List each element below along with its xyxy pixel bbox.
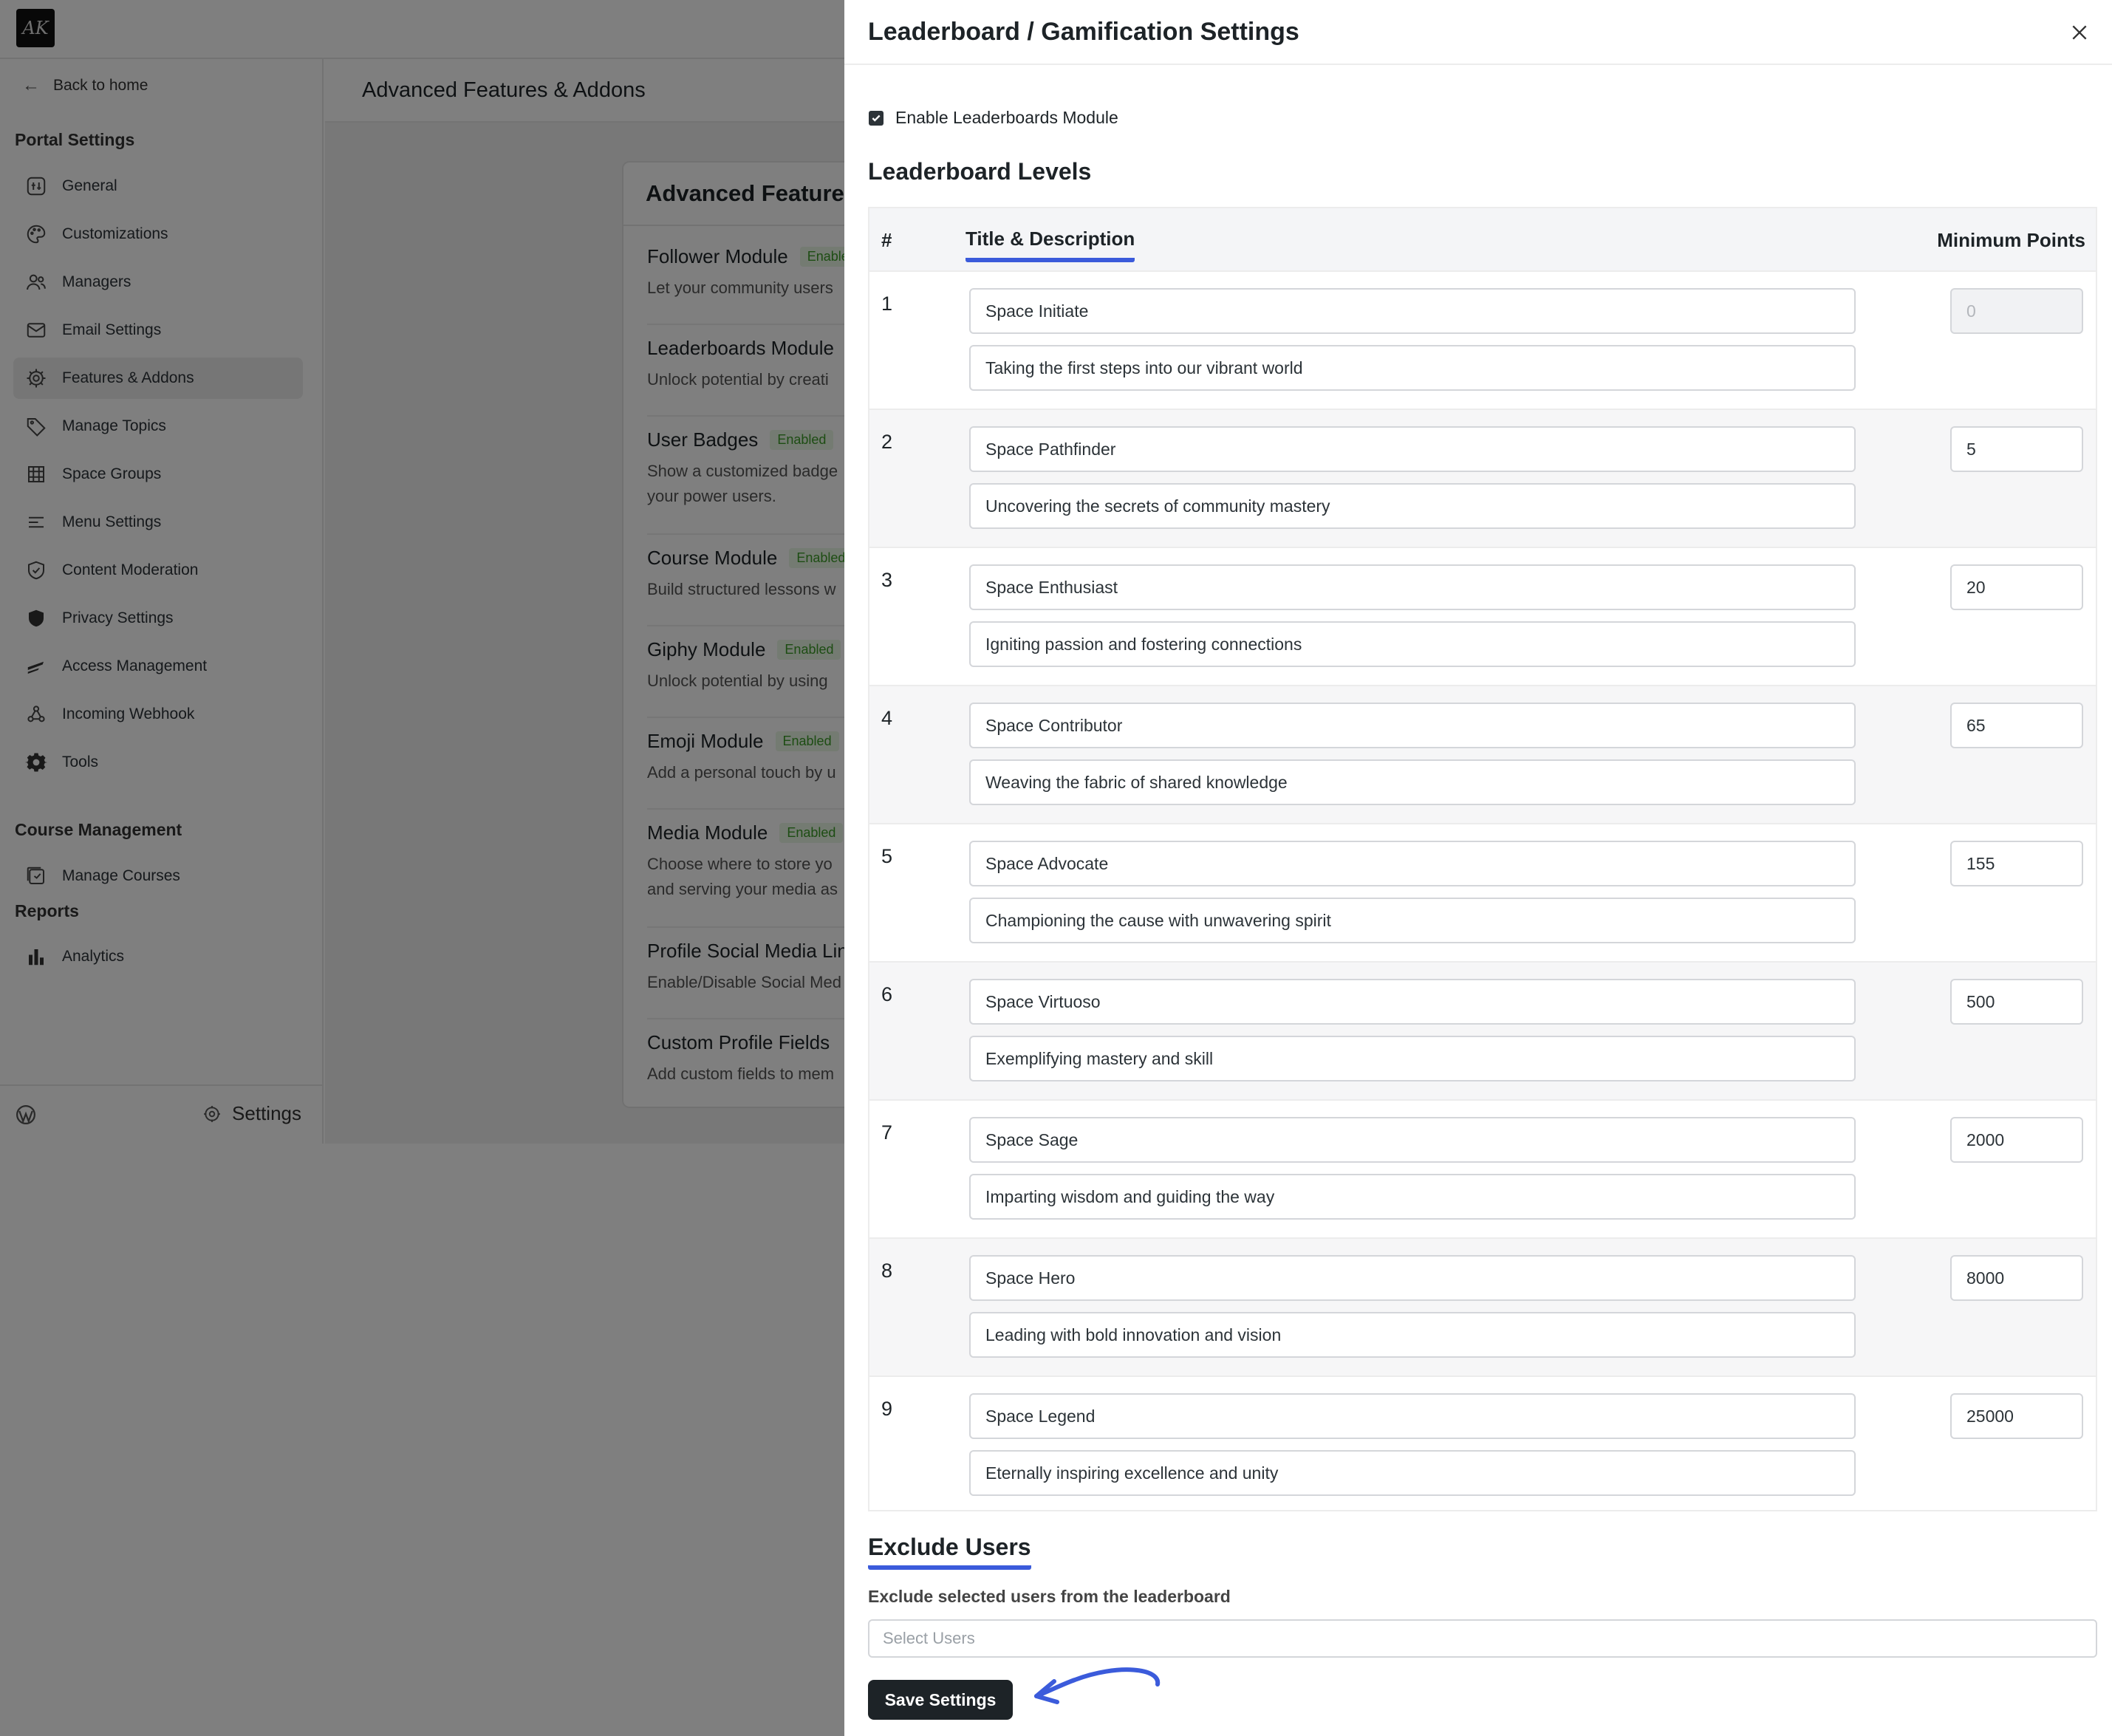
levels-table: # Title & Description Minimum Points 1 S… [868, 207, 2097, 1511]
level-number: 9 [881, 1398, 893, 1420]
level-title-input[interactable]: Space Contributor [969, 703, 1856, 748]
table-row: 4 Space Contributor Weaving the fabric o… [869, 686, 2096, 824]
level-number: 5 [881, 845, 893, 867]
table-row: 9 Space Legend Eternally inspiring excel… [869, 1377, 2096, 1515]
level-description-input[interactable]: Eternally inspiring excellence and unity [969, 1450, 1856, 1496]
level-number: 7 [881, 1121, 893, 1144]
level-points-input[interactable]: 65 [1950, 703, 2083, 748]
level-points-input[interactable]: 25000 [1950, 1393, 2083, 1439]
save-settings-button[interactable]: Save Settings [868, 1680, 1013, 1720]
exclude-users-heading: Exclude Users [868, 1534, 1031, 1570]
level-number: 2 [881, 431, 893, 453]
table-header: # Title & Description Minimum Points [869, 208, 2096, 272]
level-points-input[interactable]: 155 [1950, 841, 2083, 886]
annotation-arrow-icon [1034, 1667, 1161, 1704]
enable-leaderboards-checkbox[interactable] [869, 110, 884, 126]
level-points-input[interactable]: 8000 [1950, 1255, 2083, 1301]
level-title-input[interactable]: Space Legend [969, 1393, 1856, 1439]
level-title-input[interactable]: Space Advocate [969, 841, 1856, 886]
column-header-points: Minimum Points [1937, 229, 2085, 251]
table-row: 2 Space Pathfinder Uncovering the secret… [869, 410, 2096, 548]
level-title-input[interactable]: Space Pathfinder [969, 426, 1856, 472]
level-number: 3 [881, 569, 893, 591]
close-icon [2072, 25, 2087, 40]
level-title-input[interactable]: Space Hero [969, 1255, 1856, 1301]
level-points-input[interactable]: 5 [1950, 426, 2083, 472]
leaderboard-settings-drawer: Leaderboard / Gamification Settings Enab… [844, 0, 2112, 1736]
table-row: 8 Space Hero Leading with bold innovatio… [869, 1239, 2096, 1377]
leaderboard-levels-heading: Leaderboard Levels [868, 158, 1092, 185]
level-title-input[interactable]: Space Enthusiast [969, 564, 1856, 610]
level-number: 1 [881, 293, 893, 315]
table-row: 1 Space Initiate Taking the first steps … [869, 272, 2096, 410]
level-number: 6 [881, 983, 893, 1005]
level-description-input[interactable]: Taking the first steps into our vibrant … [969, 345, 1856, 391]
level-description-input[interactable]: Weaving the fabric of shared knowledge [969, 759, 1856, 805]
level-number: 8 [881, 1260, 893, 1282]
table-row: 7 Space Sage Imparting wisdom and guidin… [869, 1101, 2096, 1239]
level-description-input[interactable]: Imparting wisdom and guiding the way [969, 1174, 1856, 1220]
level-title-input[interactable]: Space Virtuoso [969, 979, 1856, 1025]
level-description-input[interactable]: Championing the cause with unwavering sp… [969, 898, 1856, 943]
level-title-input[interactable]: Space Initiate [969, 288, 1856, 334]
table-row: 5 Space Advocate Championing the cause w… [869, 824, 2096, 963]
exclude-users-label: Exclude selected users from the leaderbo… [868, 1587, 1231, 1606]
table-row: 6 Space Virtuoso Exemplifying mastery an… [869, 963, 2096, 1101]
drawer-title: Leaderboard / Gamification Settings [868, 18, 1299, 46]
level-title-input[interactable]: Space Sage [969, 1117, 1856, 1163]
drawer-header: Leaderboard / Gamification Settings [844, 0, 2112, 65]
level-points-input[interactable]: 20 [1950, 564, 2083, 610]
table-row: 3 Space Enthusiast Igniting passion and … [869, 548, 2096, 686]
level-number: 4 [881, 707, 893, 729]
column-header-number: # [881, 229, 892, 251]
enable-leaderboards-label: Enable Leaderboards Module [895, 108, 1118, 127]
enable-leaderboards-checkbox-row[interactable]: Enable Leaderboards Module [869, 108, 1118, 128]
level-description-input[interactable]: Leading with bold innovation and vision [969, 1312, 1856, 1358]
level-description-input[interactable]: Exemplifying mastery and skill [969, 1036, 1856, 1081]
level-points-input[interactable]: 2000 [1950, 1117, 2083, 1163]
level-points-input[interactable]: 500 [1950, 979, 2083, 1025]
check-icon [872, 115, 881, 122]
level-description-input[interactable]: Igniting passion and fostering connectio… [969, 621, 1856, 667]
level-points-input: 0 [1950, 288, 2083, 334]
close-button[interactable] [2065, 18, 2094, 47]
exclude-users-select[interactable]: Select Users [868, 1619, 2097, 1658]
level-description-input[interactable]: Uncovering the secrets of community mast… [969, 483, 1856, 529]
column-header-title: Title & Description [966, 228, 1135, 262]
